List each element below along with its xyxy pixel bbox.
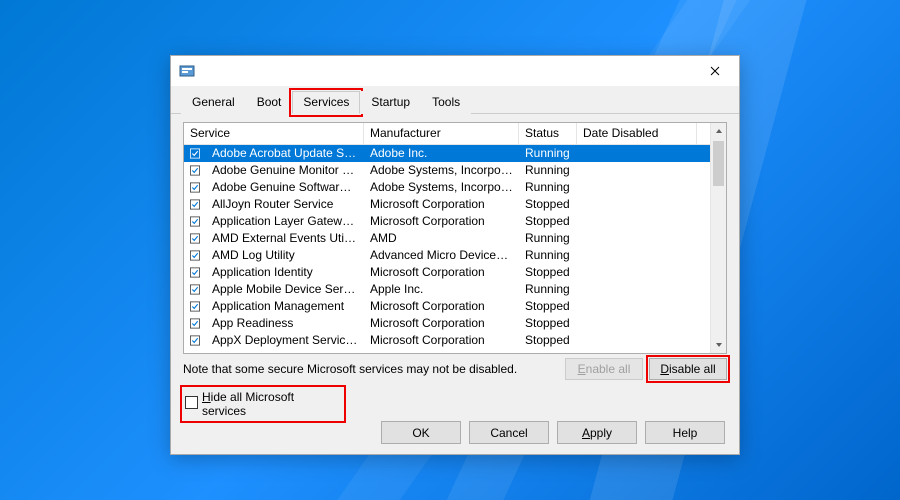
cell-manufacturer: AMD	[364, 230, 519, 247]
dialog-button-row: OK Cancel Apply Help	[381, 421, 725, 444]
table-row[interactable]: Application ManagementMicrosoft Corporat…	[184, 298, 710, 315]
cell-service: Adobe Genuine Monitor Service	[206, 162, 364, 179]
cell-service: Application Identity	[206, 264, 364, 281]
row-checkbox[interactable]	[184, 164, 206, 177]
table-row[interactable]: Adobe Genuine Software Integri...Adobe S…	[184, 179, 710, 196]
cancel-button[interactable]: Cancel	[469, 421, 549, 444]
checkbox-icon[interactable]	[185, 396, 198, 412]
cell-status: Stopped	[519, 298, 577, 315]
cell-manufacturer: Microsoft Corporation	[364, 315, 519, 332]
enable-all-button: Enable all	[565, 358, 643, 380]
cell-status: Stopped	[519, 264, 577, 281]
table-row[interactable]: Application IdentityMicrosoft Corporatio…	[184, 264, 710, 281]
cell-manufacturer: Microsoft Corporation	[364, 213, 519, 230]
note-text: Note that some secure Microsoft services…	[183, 362, 517, 376]
cell-service: Apple Mobile Device Service	[206, 281, 364, 298]
cell-manufacturer: Adobe Systems, Incorpora...	[364, 179, 519, 196]
table-row[interactable]: Adobe Acrobat Update ServiceAdobe Inc.Ru…	[184, 145, 710, 162]
scroll-track[interactable]	[711, 139, 726, 337]
cell-service: AllJoyn Router Service	[206, 196, 364, 213]
tab-tools[interactable]: Tools	[421, 91, 471, 114]
cell-status: Stopped	[519, 196, 577, 213]
cell-status: Stopped	[519, 332, 577, 349]
cell-manufacturer: Adobe Inc.	[364, 145, 519, 162]
row-checkbox[interactable]	[184, 249, 206, 262]
row-checkbox[interactable]	[184, 334, 206, 347]
cell-status: Stopped	[519, 213, 577, 230]
grid-body[interactable]: Adobe Acrobat Update ServiceAdobe Inc.Ru…	[184, 145, 710, 353]
scroll-up-button[interactable]	[711, 123, 726, 139]
col-header-service[interactable]: Service	[184, 123, 364, 144]
table-row[interactable]: AMD External Events UtilityAMDRunning	[184, 230, 710, 247]
row-checkbox[interactable]	[184, 317, 206, 330]
table-row[interactable]: AMD Log UtilityAdvanced Micro Devices, I…	[184, 247, 710, 264]
scroll-thumb[interactable]	[713, 141, 724, 186]
msconfig-icon	[179, 63, 195, 79]
cell-service: App Readiness	[206, 315, 364, 332]
row-checkbox[interactable]	[184, 300, 206, 313]
row-checkbox[interactable]	[184, 181, 206, 194]
table-row[interactable]: Application Layer Gateway ServiceMicroso…	[184, 213, 710, 230]
cell-service: Adobe Genuine Software Integri...	[206, 179, 364, 196]
table-row[interactable]: AllJoyn Router ServiceMicrosoft Corporat…	[184, 196, 710, 213]
cell-manufacturer: Microsoft Corporation	[364, 332, 519, 349]
cell-status: Running	[519, 179, 577, 196]
cell-service: AppX Deployment Service (AppX...	[206, 332, 364, 349]
grid-header: Service Manufacturer Status Date Disable…	[184, 123, 726, 145]
cell-service: Application Management	[206, 298, 364, 315]
col-header-date-disabled[interactable]: Date Disabled	[577, 123, 697, 144]
cell-manufacturer: Adobe Systems, Incorpora...	[364, 162, 519, 179]
titlebar	[171, 56, 739, 86]
cell-manufacturer: Microsoft Corporation	[364, 196, 519, 213]
tab-general[interactable]: General	[181, 91, 246, 114]
table-row[interactable]: App ReadinessMicrosoft CorporationStoppe…	[184, 315, 710, 332]
ok-button[interactable]: OK	[381, 421, 461, 444]
disable-all-button[interactable]: Disable all	[649, 358, 727, 380]
tab-boot[interactable]: Boot	[246, 91, 293, 114]
cell-service: AMD Log Utility	[206, 247, 364, 264]
row-checkbox[interactable]	[184, 147, 206, 160]
cell-status: Running	[519, 230, 577, 247]
vertical-scrollbar[interactable]	[710, 123, 726, 353]
row-checkbox[interactable]	[184, 266, 206, 279]
cell-manufacturer: Apple Inc.	[364, 281, 519, 298]
msconfig-dialog: General Boot Services Startup Tools Serv…	[170, 55, 740, 455]
cell-service: Adobe Acrobat Update Service	[206, 145, 364, 162]
cell-status: Stopped	[519, 315, 577, 332]
close-button[interactable]	[693, 57, 737, 85]
cell-manufacturer: Advanced Micro Devices, I...	[364, 247, 519, 264]
cell-manufacturer: Microsoft Corporation	[364, 264, 519, 281]
hide-microsoft-label: Hide all Microsoft services	[202, 390, 341, 418]
tab-services[interactable]: Services	[292, 91, 360, 114]
services-grid: Service Manufacturer Status Date Disable…	[183, 122, 727, 354]
hide-microsoft-checkbox-row[interactable]: Hide all Microsoft services	[183, 388, 343, 420]
row-checkbox[interactable]	[184, 232, 206, 245]
cell-service: AMD External Events Utility	[206, 230, 364, 247]
cell-status: Running	[519, 145, 577, 162]
table-row[interactable]: Adobe Genuine Monitor ServiceAdobe Syste…	[184, 162, 710, 179]
cell-status: Running	[519, 281, 577, 298]
table-row[interactable]: AppX Deployment Service (AppX...Microsof…	[184, 332, 710, 349]
cell-status: Running	[519, 162, 577, 179]
col-header-status[interactable]: Status	[519, 123, 577, 144]
tab-content: Service Manufacturer Status Date Disable…	[171, 114, 739, 430]
row-checkbox[interactable]	[184, 283, 206, 296]
row-checkbox[interactable]	[184, 198, 206, 211]
row-checkbox[interactable]	[184, 215, 206, 228]
cell-service: Application Layer Gateway Service	[206, 213, 364, 230]
cell-manufacturer: Microsoft Corporation	[364, 298, 519, 315]
apply-button[interactable]: Apply	[557, 421, 637, 444]
tabstrip: General Boot Services Startup Tools	[171, 86, 739, 114]
scroll-down-button[interactable]	[711, 337, 726, 353]
tab-startup[interactable]: Startup	[360, 91, 421, 114]
table-row[interactable]: Apple Mobile Device ServiceApple Inc.Run…	[184, 281, 710, 298]
col-header-manufacturer[interactable]: Manufacturer	[364, 123, 519, 144]
cell-status: Running	[519, 247, 577, 264]
help-button[interactable]: Help	[645, 421, 725, 444]
